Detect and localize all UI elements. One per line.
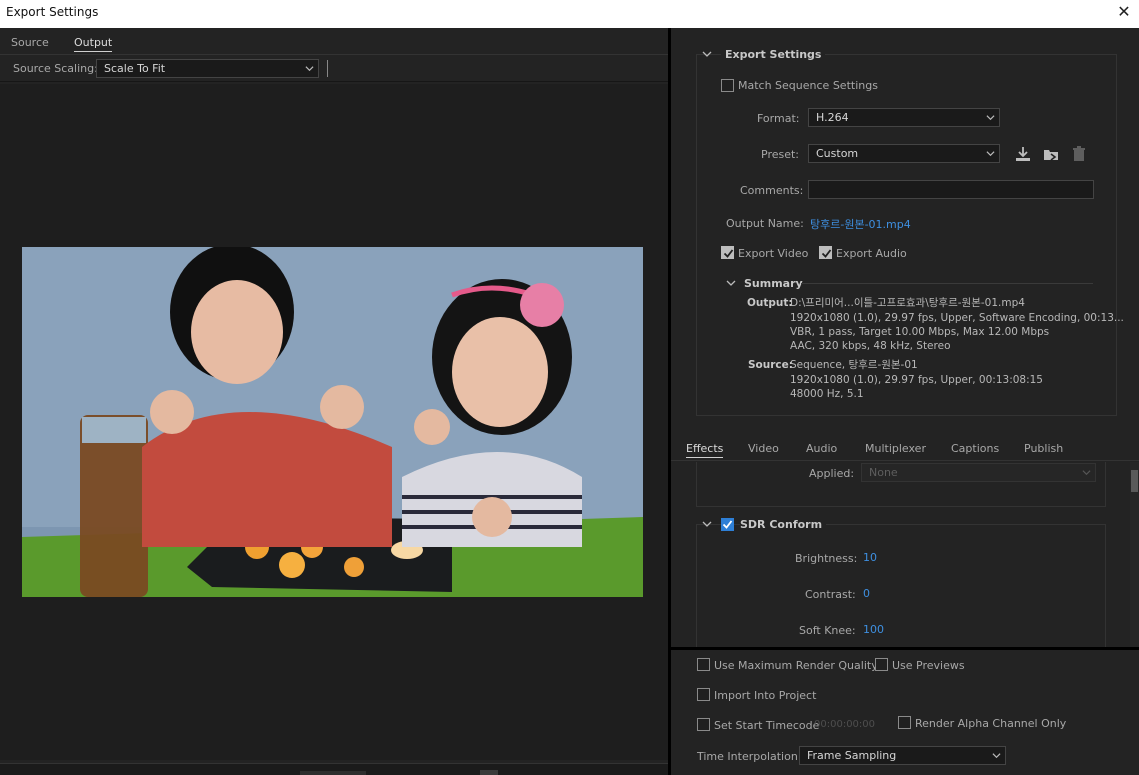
chevron-down-icon [1082, 470, 1091, 476]
video-frame [22, 247, 643, 597]
chevron-down-icon [992, 753, 1001, 759]
playhead-handle[interactable] [480, 770, 498, 775]
tab-video[interactable]: Video [748, 442, 779, 455]
render-alpha-checkbox[interactable] [898, 716, 911, 729]
bottom-options: Use Maximum Render Quality Use Previews … [671, 650, 1139, 775]
export-audio-label: Export Audio [836, 247, 907, 260]
summary-output-line-3: VBR, 1 pass, Target 10.00 Mbps, Max 12.0… [790, 326, 1050, 338]
use-previews-checkbox[interactable] [875, 658, 888, 671]
summary-source-line-3: 48000 Hz, 5.1 [790, 388, 864, 400]
settings-panel: Export Settings Match Sequence Settings … [671, 28, 1139, 775]
output-name-link[interactable]: 탕후르-원본-01.mp4 [810, 216, 911, 232]
chevron-down-icon [986, 151, 995, 157]
start-timecode-value: 00:00:00:00 [814, 719, 876, 730]
title-bar: Export Settings ✕ [0, 0, 1139, 28]
output-name-label: Output Name: [726, 217, 804, 230]
start-timecode-checkbox[interactable] [697, 718, 710, 731]
sdr-conform-label: SDR Conform [740, 518, 827, 531]
checkmark-icon [821, 249, 832, 258]
format-label: Format: [757, 112, 800, 125]
comments-input[interactable] [808, 180, 1094, 199]
render-alpha-label: Render Alpha Channel Only [915, 717, 1067, 730]
chevron-down-icon [305, 66, 314, 72]
tab-multiplexer[interactable]: Multiplexer [865, 442, 926, 455]
import-project-label: Import Into Project [714, 689, 817, 702]
format-dropdown[interactable]: H.264 [808, 108, 1000, 127]
chevron-down-icon[interactable] [702, 49, 712, 59]
time-interpolation-label: Time Interpolation: [697, 750, 802, 763]
export-video-checkbox[interactable] [721, 246, 734, 259]
preview-panel: Source Output Source Scaling: Scale To F… [0, 28, 668, 775]
summary-source-line-2: 1920x1080 (1.0), 29.97 fps, Upper, 00:13… [790, 374, 1043, 386]
source-scaling-bar: Source Scaling: Scale To Fit [0, 56, 668, 82]
chevron-down-icon[interactable] [726, 278, 736, 288]
brightness-label: Brightness: [795, 552, 858, 565]
checkmark-icon [723, 249, 734, 258]
summary-header: Summary [744, 277, 803, 290]
window-title: Export Settings [6, 5, 99, 19]
soft-knee-value[interactable]: 100 [863, 623, 884, 636]
applied-label: Applied: [809, 467, 855, 480]
export-settings-header: Export Settings [721, 48, 826, 61]
soft-knee-label: Soft Knee: [799, 624, 856, 637]
summary-source-line-1: Sequence, 탕후르-원본-01 [790, 359, 918, 371]
chevron-down-icon [986, 115, 995, 121]
save-preset-icon[interactable] [1014, 145, 1032, 163]
delete-preset-icon[interactable] [1070, 145, 1088, 163]
match-sequence-checkbox[interactable] [721, 79, 734, 92]
tab-captions[interactable]: Captions [951, 442, 999, 455]
settings-tabs: Effects Video Audio Multiplexer Captions… [671, 435, 1139, 461]
sdr-conform-checkbox[interactable] [721, 518, 734, 531]
summary-output-label: Output: [747, 297, 793, 309]
export-video-label: Export Video [738, 247, 809, 260]
start-timecode-label: Set Start Timecode [714, 719, 820, 732]
summary-output-line-4: AAC, 320 kbps, 48 kHz, Stereo [790, 340, 951, 352]
applied-value: None [869, 466, 898, 479]
comments-label: Comments: [740, 184, 804, 197]
summary-rule [801, 283, 1093, 284]
use-previews-label: Use Previews [892, 659, 965, 672]
tab-publish[interactable]: Publish [1024, 442, 1063, 455]
effects-scrollbar-thumb[interactable] [1131, 470, 1138, 492]
brightness-value[interactable]: 10 [863, 551, 877, 564]
source-scaling-value: Scale To Fit [104, 62, 166, 75]
preset-value: Custom [816, 147, 859, 160]
format-value: H.264 [816, 111, 849, 124]
summary-output-line-2: 1920x1080 (1.0), 29.97 fps, Upper, Softw… [790, 312, 1124, 324]
summary-output-line-1: D:\프리미어...이틀-고프로효과\탕후르-원본-01.mp4 [790, 297, 1025, 309]
divider [327, 60, 328, 77]
max-render-label: Use Maximum Render Quality [714, 659, 878, 672]
close-icon[interactable]: ✕ [1115, 3, 1133, 21]
tab-audio[interactable]: Audio [806, 442, 837, 455]
tab-source[interactable]: Source [11, 36, 49, 49]
preset-label: Preset: [761, 148, 800, 161]
comments-value [809, 183, 815, 196]
preview-tabs: Source Output [0, 28, 668, 55]
time-interpolation-value: Frame Sampling [807, 749, 897, 762]
tab-output[interactable]: Output [74, 36, 113, 52]
source-scaling-dropdown[interactable]: Scale To Fit [96, 59, 319, 78]
match-sequence-label: Match Sequence Settings [738, 79, 878, 92]
export-audio-checkbox[interactable] [819, 246, 832, 259]
video-preview-area [0, 84, 668, 760]
contrast-value[interactable]: 0 [863, 587, 870, 600]
source-scaling-label: Source Scaling: [13, 62, 98, 75]
tab-effects[interactable]: Effects [686, 442, 724, 458]
preset-dropdown[interactable]: Custom [808, 144, 1000, 163]
import-preset-icon[interactable] [1042, 145, 1060, 163]
chevron-down-icon[interactable] [702, 519, 712, 529]
sdr-conform-section [696, 524, 1106, 648]
max-render-checkbox[interactable] [697, 658, 710, 671]
contrast-label: Contrast: [805, 588, 856, 601]
summary-source-label: Source: [748, 359, 793, 371]
video-frame-image [22, 247, 643, 597]
import-project-checkbox[interactable] [697, 688, 710, 701]
checkmark-icon [722, 520, 733, 529]
range-bar[interactable] [300, 771, 366, 775]
time-interpolation-dropdown[interactable]: Frame Sampling [799, 746, 1006, 765]
timeline-strip[interactable] [0, 763, 668, 775]
applied-dropdown: None [861, 463, 1096, 482]
